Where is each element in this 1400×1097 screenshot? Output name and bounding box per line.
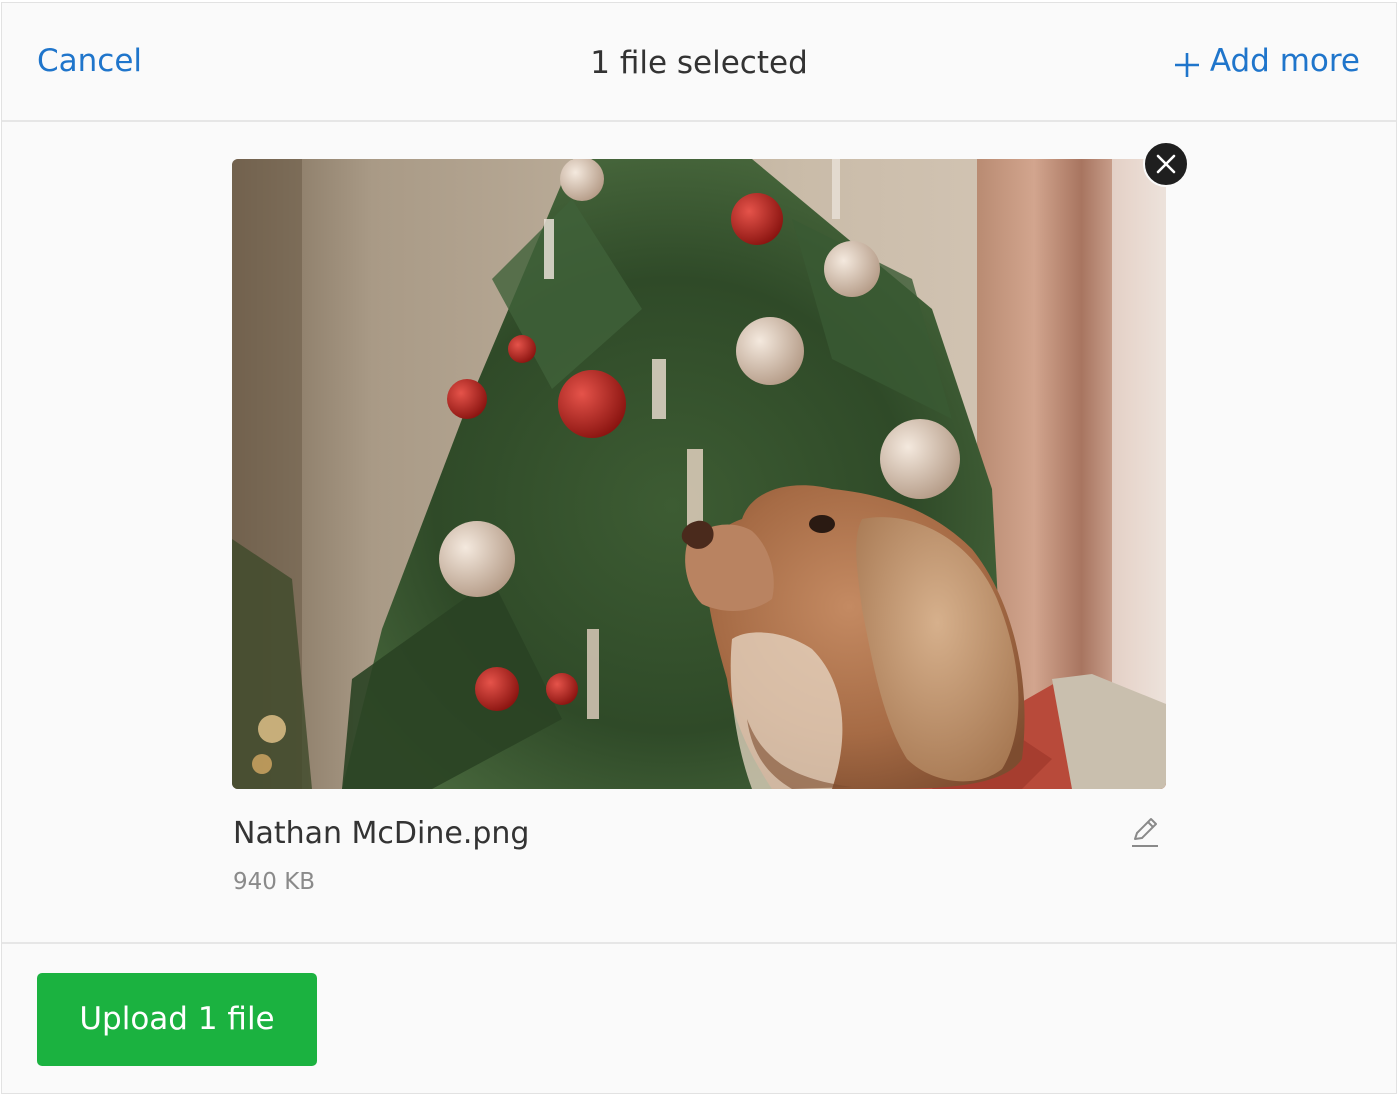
dialog-footer: Upload 1 file (2, 942, 1396, 1093)
file-list: Nathan McDine.png 940 KB (2, 122, 1396, 944)
add-more-label: Add more (1209, 43, 1360, 79)
remove-file-button[interactable] (1143, 141, 1189, 187)
file-preview-image (232, 159, 1166, 789)
pencil-icon (1132, 818, 1158, 847)
upload-button[interactable]: Upload 1 file (37, 973, 317, 1066)
plus-icon (1174, 48, 1200, 77)
dialog-header: Cancel 1 file selected Add more (2, 3, 1396, 122)
add-more-button[interactable]: Add more (1174, 41, 1360, 81)
file-upload-dialog: Cancel 1 file selected Add more Nathan M… (1, 2, 1397, 1094)
edit-file-button[interactable] (1128, 815, 1160, 849)
close-icon (1156, 154, 1176, 174)
file-name: Nathan McDine.png (233, 816, 530, 851)
file-size: 940 KB (233, 869, 316, 895)
